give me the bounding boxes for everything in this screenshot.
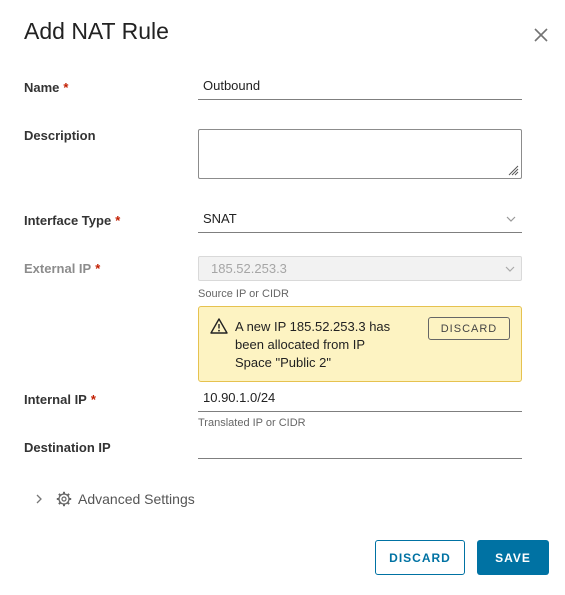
destination-ip-label: Destination IP: [24, 440, 111, 455]
warning-icon: [210, 318, 228, 334]
discard-button[interactable]: DISCARD: [375, 540, 465, 575]
close-icon[interactable]: [530, 24, 552, 46]
chevron-down-icon: [506, 216, 516, 222]
interface-type-value: SNAT: [203, 211, 237, 226]
description-textarea[interactable]: [198, 129, 522, 179]
resize-handle-icon[interactable]: [508, 165, 519, 176]
internal-ip-input[interactable]: 10.90.1.0/24: [198, 390, 522, 412]
name-input[interactable]: Outbound: [198, 78, 522, 100]
advanced-settings-label: Advanced Settings: [78, 491, 195, 507]
internal-ip-label: Internal IP *: [24, 392, 96, 407]
external-ip-select: 185.52.253.3: [198, 256, 522, 281]
ip-allocation-alert: A new IP 185.52.253.3 has been allocated…: [198, 306, 522, 382]
required-marker: *: [95, 261, 101, 276]
interface-type-select[interactable]: SNAT: [198, 211, 522, 233]
internal-ip-label-text: Internal IP: [24, 392, 87, 407]
save-button[interactable]: SAVE: [477, 540, 549, 575]
description-label: Description: [24, 128, 96, 143]
alert-discard-button[interactable]: DISCARD: [428, 317, 510, 340]
external-ip-value: 185.52.253.3: [211, 261, 287, 276]
interface-type-label-text: Interface Type: [24, 213, 112, 228]
gear-icon: [56, 491, 72, 507]
external-ip-label: External IP *: [24, 261, 100, 276]
required-marker: *: [63, 80, 69, 95]
dialog-title: Add NAT Rule: [24, 18, 169, 44]
external-ip-label-text: External IP: [24, 261, 92, 276]
chevron-right-icon: [36, 494, 42, 504]
chevron-down-icon: [505, 266, 515, 272]
destination-ip-input[interactable]: [198, 437, 522, 459]
internal-ip-helper: Translated IP or CIDR: [198, 417, 306, 429]
advanced-settings-toggle[interactable]: Advanced Settings: [34, 489, 195, 509]
interface-type-label: Interface Type *: [24, 213, 120, 228]
required-marker: *: [115, 213, 121, 228]
name-label: Name *: [24, 80, 68, 95]
alert-message: A new IP 185.52.253.3 has been allocated…: [235, 319, 391, 370]
required-marker: *: [90, 392, 96, 407]
external-ip-helper: Source IP or CIDR: [198, 288, 289, 300]
name-label-text: Name: [24, 80, 60, 95]
